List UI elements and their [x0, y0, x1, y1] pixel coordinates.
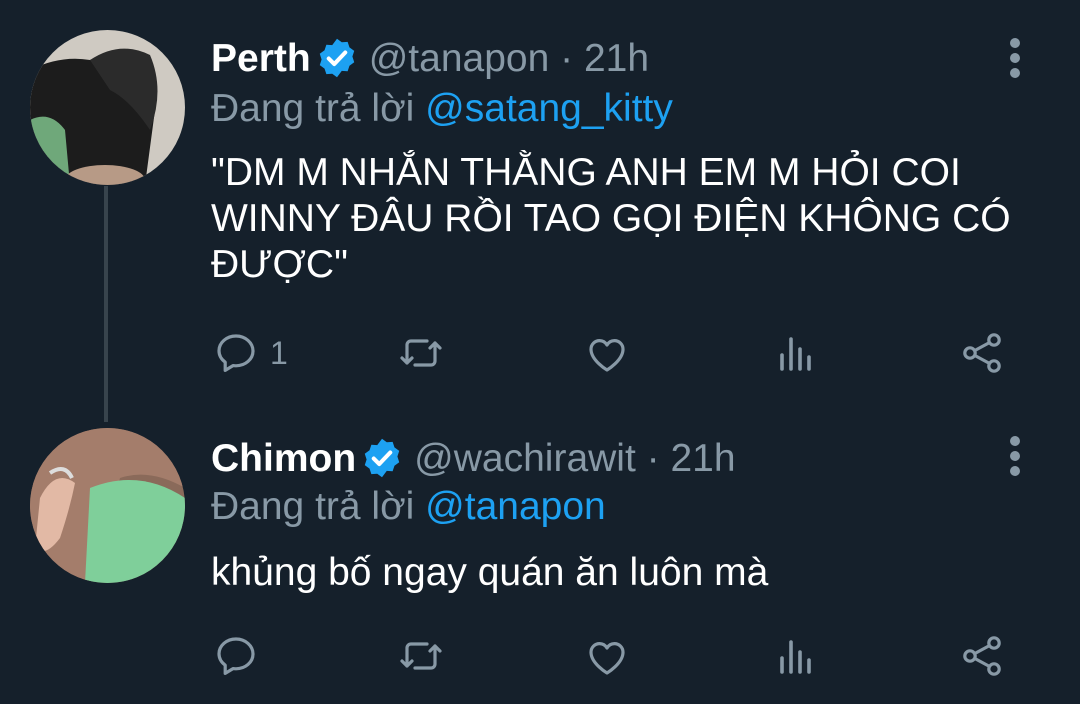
verified-badge-icon — [364, 438, 400, 478]
avatar-image — [30, 428, 185, 583]
verified-badge-icon — [319, 38, 354, 78]
tweet-text: khủng bố ngay quán ăn luôn mà — [211, 551, 769, 594]
share-button[interactable] — [958, 631, 1006, 681]
tweet-header: Chimon @wachirawit · 21h — [211, 436, 736, 482]
analytics-icon — [780, 337, 811, 371]
share-icon — [963, 333, 1001, 373]
handle[interactable]: @tanapon — [369, 37, 550, 80]
tweet[interactable]: Perth @tanapon · 21h Đang trả lời @satang… — [0, 0, 1080, 400]
share-button[interactable] — [958, 328, 1006, 378]
like-icon — [589, 642, 625, 675]
replying-to-label: Đang trả lời — [211, 87, 415, 130]
avatar[interactable] — [30, 428, 185, 583]
retweet-icon — [400, 339, 442, 367]
tweet-actions — [0, 631, 1080, 681]
reply-icon — [217, 334, 255, 372]
tweet-actions: 1 — [0, 328, 1080, 378]
replying-to-label: Đang trả lời — [211, 485, 415, 528]
display-name[interactable]: Perth — [211, 37, 311, 80]
reply-button[interactable]: 1 — [212, 328, 288, 378]
reply-button[interactable] — [212, 631, 270, 681]
conversation-thread: Perth @tanapon · 21h Đang trả lời @satang… — [0, 0, 1080, 704]
display-name[interactable]: Chimon — [211, 437, 356, 480]
handle[interactable]: @wachirawit — [414, 437, 636, 480]
like-icon — [589, 339, 625, 372]
mention-link[interactable]: @tanapon — [425, 485, 606, 528]
timestamp[interactable]: · 21h — [647, 437, 736, 480]
retweet-button[interactable] — [397, 328, 445, 378]
share-icon — [963, 636, 1001, 676]
reply-count: 1 — [270, 334, 288, 371]
tweet-header: Perth @tanapon · 21h — [211, 36, 649, 82]
reply-icon — [217, 637, 255, 675]
retweet-icon — [400, 642, 442, 670]
retweet-button[interactable] — [397, 631, 445, 681]
tweet[interactable]: Chimon @wachirawit · 21h Đang trả lời @ta… — [0, 400, 1080, 704]
tweet-text: "DM M NHẮN THẰNG ANH EM M HỎI COI WINNY … — [211, 151, 1011, 286]
replying-to: Đang trả lời @tanapon — [211, 484, 606, 530]
avatar[interactable] — [30, 30, 185, 185]
analytics-icon — [780, 640, 811, 674]
mention-link[interactable]: @satang_kitty — [425, 87, 673, 130]
analytics-button[interactable] — [772, 328, 820, 378]
more-options-icon[interactable] — [1000, 38, 1030, 78]
like-button[interactable] — [583, 328, 631, 378]
more-options-icon[interactable] — [1000, 436, 1030, 476]
analytics-button[interactable] — [772, 631, 820, 681]
timestamp[interactable]: · 21h — [560, 37, 649, 80]
replying-to: Đang trả lời @satang_kitty — [211, 86, 673, 132]
like-button[interactable] — [583, 631, 631, 681]
avatar-image — [30, 30, 185, 185]
